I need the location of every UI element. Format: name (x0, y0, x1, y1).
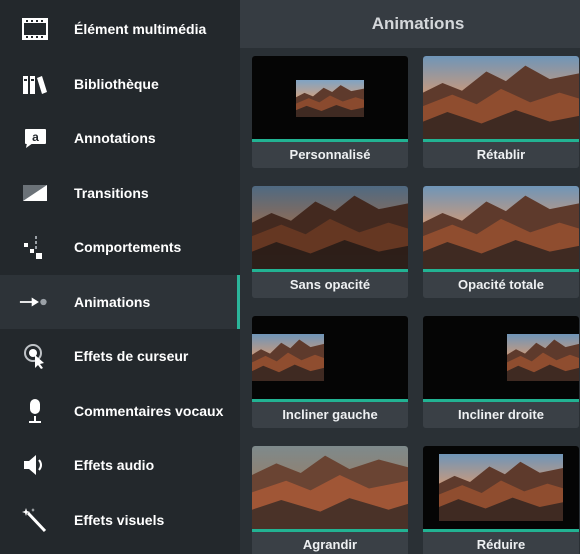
sidebar-item-voice-narration[interactable]: Commentaires vocaux (0, 384, 240, 438)
preview-thumbnail (423, 446, 579, 529)
preview-thumbnail (252, 186, 408, 269)
animation-tile-reduce[interactable]: Réduire (423, 446, 579, 554)
sidebar-item-label: Effets de curseur (74, 348, 189, 364)
cursor-effects-icon (22, 343, 48, 369)
animation-tile-no-opacity[interactable]: Sans opacité (252, 186, 408, 298)
sidebar-item-animations[interactable]: Animations (0, 275, 240, 329)
mountain-image (252, 446, 408, 529)
preview-thumbnail (252, 56, 408, 139)
tile-label: Opacité totale (423, 272, 579, 298)
speaker-icon (22, 452, 48, 478)
animations-panel: Animations Personnalisé Rétablir Sans op… (240, 0, 580, 554)
sidebar-item-audio-effects[interactable]: Effets audio (0, 438, 240, 492)
preview-thumbnail (423, 56, 579, 139)
microphone-icon (22, 398, 48, 424)
mountain-image (439, 454, 563, 521)
preview-thumbnail (252, 446, 408, 529)
sidebar-item-media[interactable]: Élément multimédia (0, 2, 240, 56)
library-books-icon (22, 71, 48, 97)
callout-icon: a (22, 125, 48, 151)
preview-thumbnail (423, 316, 579, 399)
film-strip-icon (22, 16, 48, 42)
sidebar-item-label: Élément multimédia (74, 21, 207, 37)
tile-label: Agrandir (252, 532, 408, 554)
sidebar-item-label: Transitions (74, 185, 149, 201)
mountain-image (423, 56, 579, 139)
sidebar: Élément multimédia Bibliothèque a Annota… (0, 0, 240, 554)
panel-header: Animations (240, 0, 580, 48)
sidebar-item-label: Effets visuels (74, 512, 165, 528)
sidebar-item-transitions[interactable]: Transitions (0, 166, 240, 220)
panel-title: Animations (371, 14, 465, 33)
sidebar-item-library[interactable]: Bibliothèque (0, 57, 240, 111)
sidebar-item-label: Commentaires vocaux (74, 403, 224, 419)
mountain-image (252, 186, 408, 269)
mountain-image (423, 186, 579, 269)
sidebar-item-label: Animations (74, 294, 151, 310)
mountain-image (252, 334, 324, 381)
transition-icon (22, 180, 48, 206)
animation-tile-tilt-right[interactable]: Incliner droite (423, 316, 579, 428)
tile-label: Personnalisé (252, 142, 408, 168)
sidebar-item-annotations[interactable]: a Annotations (0, 111, 240, 165)
animation-tile-custom[interactable]: Personnalisé (252, 56, 408, 168)
animation-arrow-icon (19, 289, 48, 315)
sidebar-item-cursor-effects[interactable]: Effets de curseur (0, 329, 240, 383)
tile-label: Sans opacité (252, 272, 408, 298)
tile-label: Rétablir (423, 142, 579, 168)
mountain-image (507, 334, 579, 381)
magic-wand-icon (22, 507, 48, 533)
preview-thumbnail (252, 316, 408, 399)
sidebar-item-label: Bibliothèque (74, 76, 159, 92)
tile-label: Incliner droite (423, 402, 579, 428)
tile-label: Incliner gauche (252, 402, 408, 428)
sidebar-item-label: Effets audio (74, 457, 155, 473)
animation-tile-full-opacity[interactable]: Opacité totale (423, 186, 579, 298)
animation-tile-enlarge[interactable]: Agrandir (252, 446, 408, 554)
sidebar-item-behaviors[interactable]: Comportements (0, 220, 240, 274)
sidebar-item-label: Annotations (74, 130, 156, 146)
sidebar-item-visual-effects[interactable]: Effets visuels (0, 493, 240, 547)
tile-label: Réduire (423, 532, 579, 554)
sidebar-item-label: Comportements (74, 239, 182, 255)
behaviors-icon (22, 234, 48, 260)
svg-text:a: a (32, 130, 39, 144)
mountain-image (296, 80, 364, 117)
animation-tile-reset[interactable]: Rétablir (423, 56, 579, 168)
preview-thumbnail (423, 186, 579, 269)
app-window: Élément multimédia Bibliothèque a Annota… (0, 0, 580, 554)
animation-tile-tilt-left[interactable]: Incliner gauche (252, 316, 408, 428)
